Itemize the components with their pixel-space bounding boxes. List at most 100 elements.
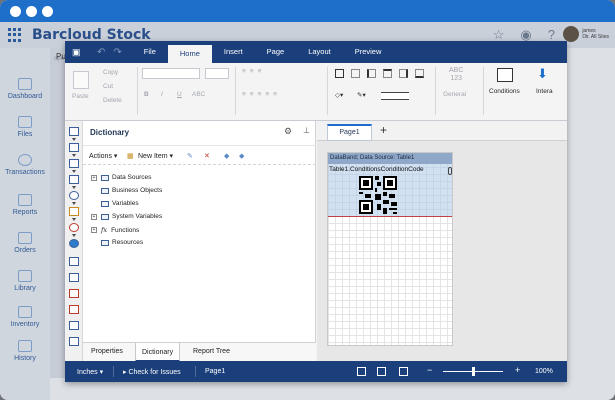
check-issues-button[interactable]: ▸ Check for Issues <box>123 368 181 376</box>
add-page-button[interactable]: + <box>380 123 387 137</box>
data-band-header[interactable]: DataBand; Data Source: Table1 <box>328 153 452 164</box>
tab-page1[interactable]: Page1 <box>327 124 372 141</box>
units-select[interactable]: Inches ▾ <box>77 368 103 376</box>
report-page-canvas[interactable]: DataBand; Data Source: Table1 Table1.Con… <box>327 152 453 346</box>
sidebar-item-history[interactable]: History <box>0 340 50 362</box>
tree-item-functions[interactable]: + fx Functions <box>91 226 139 234</box>
gauge-tool-icon[interactable] <box>69 223 79 232</box>
panel-tool-icon[interactable] <box>69 321 79 330</box>
cut-button[interactable]: Cut <box>103 83 113 90</box>
italic-button[interactable]: I <box>161 91 163 98</box>
fit-width-icon[interactable] <box>357 367 366 376</box>
tab-file[interactable]: File <box>132 41 168 63</box>
sidebar-item-reports[interactable]: Reports <box>0 194 50 216</box>
tab-preview[interactable]: Preview <box>343 41 394 63</box>
border-style-select[interactable] <box>381 92 409 100</box>
copy-button[interactable]: Copy <box>103 69 118 76</box>
panel-tabs: Properties Dictionary Report Tree <box>83 342 316 362</box>
save-icon[interactable]: ▣ <box>72 47 83 57</box>
map-tool-icon[interactable] <box>69 239 79 248</box>
sidebar-item-dashboard[interactable]: Dashboard <box>0 78 50 100</box>
sidebar-item-inventory[interactable]: Inventory <box>0 306 50 328</box>
zoom-slider-handle[interactable] <box>472 367 475 376</box>
sidebar-item-library[interactable]: Library <box>0 270 50 292</box>
shape-tool-icon[interactable] <box>69 191 79 200</box>
conditions-button[interactable]: Conditions <box>489 88 520 95</box>
fit-page-icon[interactable] <box>377 367 386 376</box>
sidebar-item-files[interactable]: Files <box>0 116 50 138</box>
sidebar-item-label: Transactions <box>5 169 45 176</box>
move-up-icon[interactable]: ◆ <box>224 152 229 160</box>
delete-icon[interactable]: ✕ <box>204 152 210 160</box>
actions-menu[interactable]: Actions ▾ <box>89 152 117 160</box>
sidebar-item-orders[interactable]: Orders <box>0 232 50 254</box>
business-objects-icon <box>101 187 109 194</box>
format-value-select[interactable]: General <box>443 91 466 98</box>
richtext-tool-icon[interactable] <box>69 289 79 298</box>
clone-tool-icon[interactable] <box>69 337 79 346</box>
font-name-select[interactable] <box>142 68 200 79</box>
tab-page[interactable]: Page <box>255 41 297 63</box>
font-size-select[interactable] <box>205 68 229 79</box>
text-format-button[interactable]: ABC <box>192 91 205 98</box>
border-color-icon[interactable]: ✎▾ <box>357 91 366 99</box>
new-item-menu[interactable]: New Item ▾ <box>138 152 173 160</box>
sidebar-item-transactions[interactable]: Transactions <box>0 154 50 176</box>
qr-code-barcode[interactable] <box>359 176 397 214</box>
delete-button[interactable]: Delete <box>103 97 122 104</box>
tab-home[interactable]: Home <box>167 45 212 63</box>
tree-item-variables[interactable]: Variables <box>101 200 139 207</box>
chart-tool-icon[interactable] <box>69 207 79 216</box>
tab-report-tree[interactable]: Report Tree <box>193 348 230 355</box>
tree-item-data-sources[interactable]: + Data Sources <box>91 174 151 181</box>
border-right-icon[interactable] <box>399 69 408 78</box>
tree-item-system-variables[interactable]: + System Variables <box>91 213 162 220</box>
fit-height-icon[interactable] <box>399 367 408 376</box>
window-dot-maximize[interactable] <box>42 5 53 17</box>
dictionary-toolbar: Actions ▾ ▦ New Item ▾ ✎ ✕ ◆ ◆ <box>83 145 316 165</box>
resize-handle[interactable] <box>448 167 452 175</box>
tab-dictionary[interactable]: Dictionary <box>135 343 181 362</box>
fill-color-icon[interactable]: ◇▾ <box>335 91 343 99</box>
border-bottom-icon[interactable] <box>415 69 424 78</box>
text-tool-icon[interactable] <box>69 159 79 168</box>
data-band[interactable]: Table1.ConditionsConditionCode <box>328 164 452 217</box>
underline-button[interactable]: U <box>177 91 182 98</box>
move-down-icon[interactable]: ◆ <box>239 152 244 160</box>
border-top-icon[interactable] <box>383 69 392 78</box>
border-none-icon[interactable] <box>351 69 360 78</box>
interaction-button[interactable]: Intera <box>536 88 553 95</box>
bold-button[interactable]: B <box>144 91 149 98</box>
subreport-tool-icon[interactable] <box>69 273 79 282</box>
gear-icon[interactable]: ⚙ <box>284 126 292 137</box>
zoom-in-button[interactable]: + <box>515 365 520 375</box>
undo-icon[interactable]: ↶ <box>97 47 105 58</box>
tab-insert[interactable]: Insert <box>212 41 255 63</box>
apps-grid-icon[interactable] <box>8 28 22 42</box>
pin-icon[interactable]: ⊥ <box>303 126 310 135</box>
edit-icon[interactable]: ✎ <box>187 152 193 160</box>
align-icons-bottom[interactable]: ≡≡≡≡≡ <box>242 91 281 98</box>
border-all-icon[interactable] <box>335 69 344 78</box>
paste-button[interactable]: Paste <box>72 93 89 100</box>
table-tool-icon[interactable] <box>69 257 79 266</box>
redo-icon[interactable]: ↷ <box>113 47 121 58</box>
band-tool-icon[interactable] <box>69 127 79 136</box>
text-component[interactable]: Table1.ConditionsConditionCode <box>329 166 424 173</box>
tab-properties[interactable]: Properties <box>91 348 123 355</box>
tree-item-business-objects[interactable]: Business Objects <box>101 187 162 194</box>
cross-band-tool-icon[interactable] <box>69 143 79 152</box>
window-dot-close[interactable] <box>10 5 21 17</box>
zoom-out-button[interactable]: − <box>427 365 432 375</box>
sidebar-item-label: Files <box>17 131 33 138</box>
image-tool-icon[interactable] <box>69 175 79 184</box>
border-left-icon[interactable] <box>367 69 376 78</box>
window-dot-minimize[interactable] <box>26 5 37 17</box>
align-icons-top[interactable]: ≡≡≡ <box>242 68 265 75</box>
tab-layout[interactable]: Layout <box>296 41 343 63</box>
dictionary-title: Dictionary <box>90 128 130 137</box>
tree-item-resources[interactable]: Resources <box>101 239 143 246</box>
expand-icon: + <box>91 174 97 181</box>
user-menu[interactable]: james Dir. All Sites <box>563 26 609 42</box>
barcode-tool-icon[interactable] <box>69 305 79 314</box>
